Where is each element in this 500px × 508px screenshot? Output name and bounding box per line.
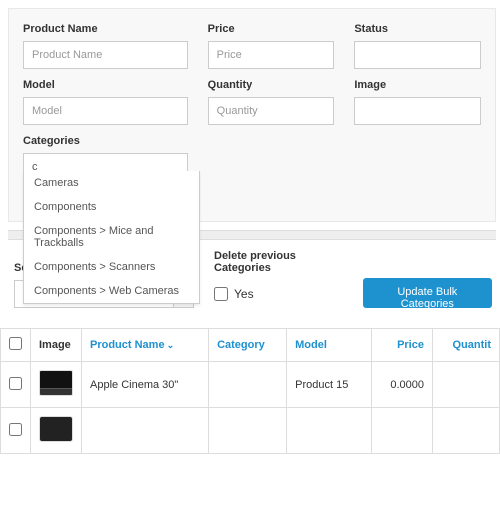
status-label: Status [354, 23, 481, 35]
quantity-label: Quantity [208, 79, 335, 91]
row-checkbox[interactable] [9, 377, 22, 390]
autocomplete-item[interactable]: Components [24, 195, 199, 219]
model-label: Model [23, 79, 188, 91]
delete-prev-option: Yes [234, 287, 254, 301]
categories-label: Categories [23, 135, 188, 147]
model-input[interactable] [23, 97, 188, 125]
cell-price: 0.0000 [371, 362, 432, 408]
delete-prev-checkbox[interactable] [214, 287, 228, 301]
autocomplete-item[interactable]: Components > Mice and Trackballs [24, 219, 199, 255]
product-thumbnail [39, 416, 73, 442]
price-label: Price [208, 23, 335, 35]
cell-category [209, 362, 287, 408]
product-name-input[interactable] [23, 41, 188, 69]
cell-product-name [82, 408, 209, 454]
cell-quantity [432, 362, 499, 408]
col-model[interactable]: Model [287, 329, 372, 362]
table-row: Apple Cinema 30" Product 15 0.0000 [1, 362, 500, 408]
product-name-label: Product Name [23, 23, 188, 35]
cell-quantity [432, 408, 499, 454]
filter-row-2: Model Quantity Image [23, 79, 481, 125]
row-checkbox[interactable] [9, 423, 22, 436]
col-category[interactable]: Category [209, 329, 287, 362]
image-label: Image [354, 79, 481, 91]
table-header-row: Image Product Name⌄ Category Model Price… [1, 329, 500, 362]
quantity-input[interactable] [208, 97, 335, 125]
products-table: Image Product Name⌄ Category Model Price… [0, 328, 500, 454]
col-image: Image [31, 329, 82, 362]
cell-model: Product 15 [287, 362, 372, 408]
filter-row-1: Product Name Price Status [23, 23, 481, 69]
col-product-name[interactable]: Product Name⌄ [82, 329, 209, 362]
col-price[interactable]: Price [371, 329, 432, 362]
update-bulk-categories-button[interactable]: Update Bulk Categories [363, 278, 492, 308]
cell-category [209, 408, 287, 454]
col-quantity[interactable]: Quantit [432, 329, 499, 362]
delete-prev-label: Delete previous Categories [214, 250, 343, 274]
filter-panel: Product Name Price Status Model Quantity… [8, 8, 496, 222]
product-thumbnail [39, 370, 73, 396]
categories-autocomplete: Cameras Components Components > Mice and… [23, 171, 200, 304]
image-input[interactable] [354, 97, 481, 125]
select-all-checkbox[interactable] [9, 337, 22, 350]
table-row [1, 408, 500, 454]
autocomplete-item[interactable]: Components > Scanners [24, 255, 199, 279]
autocomplete-item[interactable]: Cameras [24, 171, 199, 195]
cell-model [287, 408, 372, 454]
price-input[interactable] [208, 41, 335, 69]
sort-caret-icon: ⌄ [167, 340, 175, 350]
status-input[interactable] [354, 41, 481, 69]
cell-product-name: Apple Cinema 30" [82, 362, 209, 408]
autocomplete-item[interactable]: Components > Web Cameras [24, 279, 199, 303]
cell-price [371, 408, 432, 454]
